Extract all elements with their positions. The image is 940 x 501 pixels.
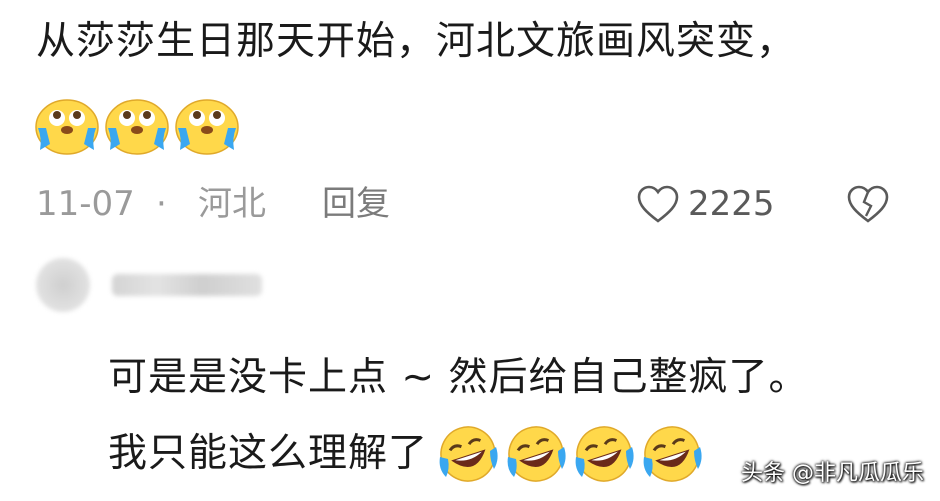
comment-emoji-row [34, 94, 240, 156]
crying-face-icon [175, 99, 239, 155]
watermark: 头条 @非凡瓜瓜乐 [741, 461, 924, 486]
laughing-face-icon [575, 426, 634, 482]
crying-face-icon [35, 99, 99, 155]
avatar[interactable] [36, 258, 90, 312]
laughing-face-icon [643, 426, 702, 482]
meta-separator: · [156, 184, 167, 224]
comment-date: 11-07 [36, 184, 135, 224]
reply-line-2: 我只能这么理解了 [108, 416, 808, 492]
laughing-face-icon [439, 426, 498, 482]
comment-text: 从莎莎生日那天开始，河北文旅画风突变， [36, 19, 797, 64]
broken-heart-icon[interactable] [846, 184, 890, 224]
crying-face-icon [105, 99, 169, 155]
like-button[interactable]: 2225 [636, 178, 775, 230]
username-blurred[interactable] [112, 274, 262, 296]
laughing-face-icon [507, 426, 566, 482]
reply-header [36, 258, 262, 312]
reply-emoji-row [436, 423, 704, 485]
heart-icon [637, 185, 679, 223]
reply-text: 可是是没卡上点 ~ 然后给自己整疯了。 我只能这么理解了 [108, 340, 808, 492]
like-count: 2225 [688, 184, 775, 224]
reply-button[interactable]: 回复 [322, 178, 390, 230]
comment-location: 河北 [198, 184, 266, 224]
reply-line-2-text: 我只能这么理解了 [108, 431, 429, 476]
reply-line-1: 可是是没卡上点 ~ 然后给自己整疯了。 [108, 355, 809, 400]
comment-meta-row: 11-07 · 河北 回复 2225 [36, 178, 940, 230]
